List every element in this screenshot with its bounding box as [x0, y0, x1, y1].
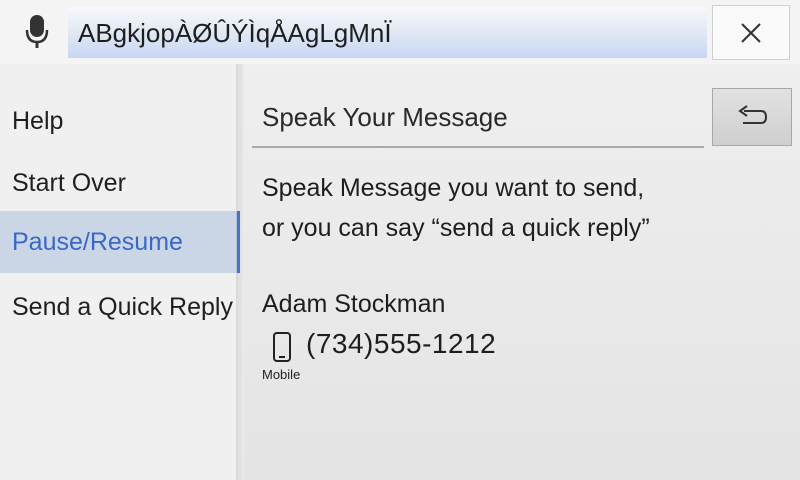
recognized-speech-field: ABgkjopÀØÛÝÌqÅAgLgMnÏ — [68, 7, 707, 58]
back-button[interactable] — [712, 88, 792, 146]
sidebar-divider-shadow — [236, 64, 244, 480]
instruction-text: Speak Message you want to send, or you c… — [262, 168, 650, 248]
contact-name: Adam Stockman — [262, 290, 446, 318]
recognized-speech-text: ABgkjopÀØÛÝÌqÅAgLgMnÏ — [78, 18, 392, 48]
sidebar-item-label: Help — [12, 106, 64, 135]
voice-header-bar: ABgkjopÀØÛÝÌqÅAgLgMnÏ — [0, 0, 800, 64]
sidebar-item-pause-resume[interactable]: Pause/Resume — [0, 211, 240, 273]
microphone-icon — [21, 12, 53, 52]
close-icon — [741, 22, 761, 43]
message-panel: Speak Your Message Speak Message you wan… — [244, 64, 800, 480]
sidebar-item-start-over[interactable]: Start Over — [0, 152, 240, 214]
voice-command-sidebar: Help Start Over Pause/Resume Send a Quic… — [0, 64, 240, 480]
mobile-phone-icon — [273, 332, 291, 362]
sidebar-item-label: Pause/Resume — [12, 227, 183, 256]
contact-phone-number: (734)555-1212 — [306, 328, 497, 359]
sidebar-item-send-quick-reply[interactable]: Send a Quick Reply — [0, 276, 240, 338]
sidebar-item-label: Send a Quick Reply — [12, 292, 233, 321]
sidebar-item-help[interactable]: Help — [0, 90, 240, 152]
instruction-line: or you can say “send a quick reply” — [262, 214, 650, 242]
title-divider — [252, 146, 704, 148]
close-button[interactable] — [712, 5, 790, 60]
return-arrow-icon — [738, 105, 768, 124]
phone-type-label: Mobile — [262, 367, 301, 382]
page-title: Speak Your Message — [262, 102, 508, 132]
sidebar-item-label: Start Over — [12, 168, 126, 197]
instruction-line: Speak Message you want to send, — [262, 174, 645, 202]
